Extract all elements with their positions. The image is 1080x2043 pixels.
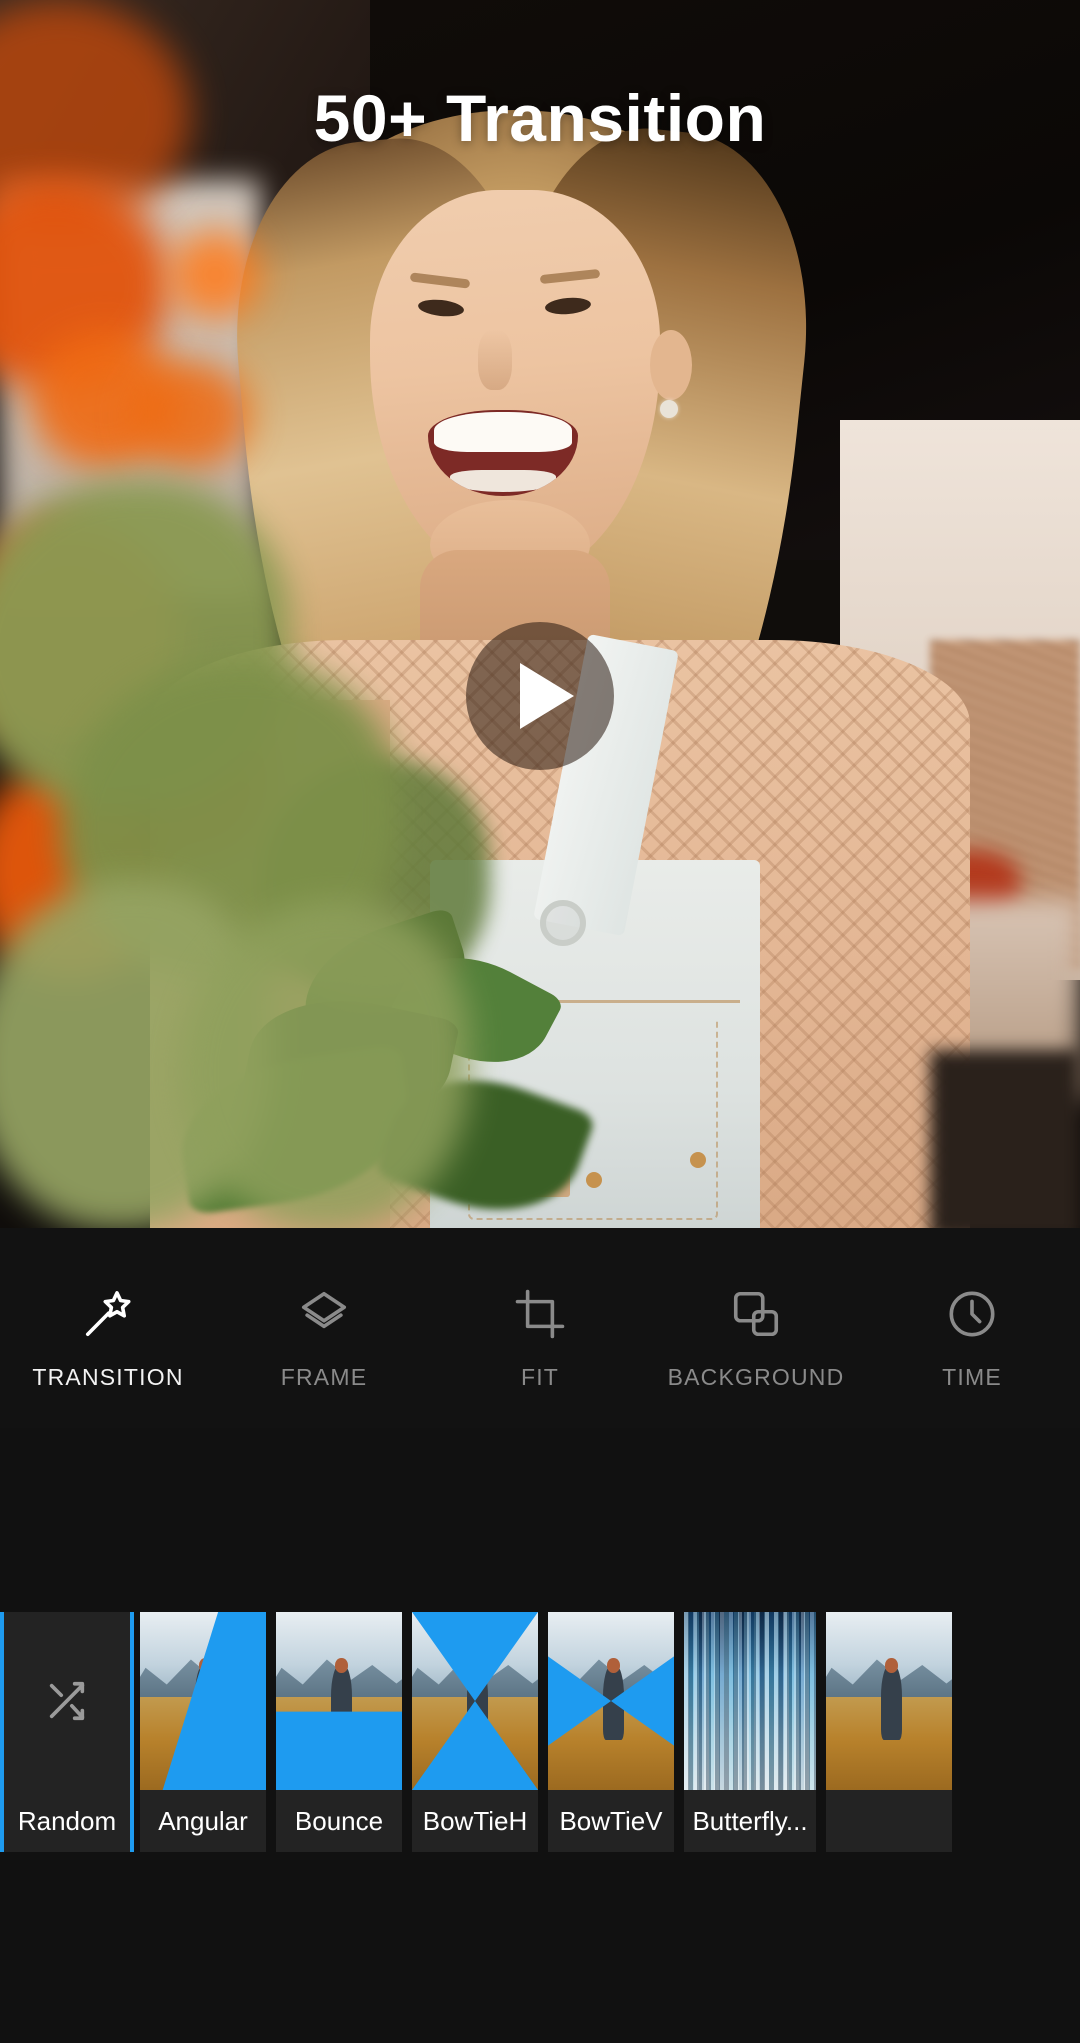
clock-icon [945,1286,999,1342]
transition-label: BowTieH [412,1790,538,1852]
editor-toolbar: TRANSITION FRAME FIT BACKGROUND TIME [0,1228,1080,1428]
play-icon [520,663,574,729]
transition-label: Random [4,1790,130,1852]
transition-preview [140,1612,266,1790]
transition-item-angular[interactable]: Angular [140,1612,266,1852]
play-button[interactable] [466,622,614,770]
page-title: 50+ Transition [313,81,767,155]
transition-item-butterfly[interactable]: Butterfly... [684,1612,816,1852]
transition-label: Butterfly... [684,1790,816,1852]
transition-label: Bounce [276,1790,402,1852]
tool-fit[interactable]: FIT [432,1228,648,1391]
tool-label: FRAME [280,1364,368,1390]
tool-frame[interactable]: FRAME [216,1228,432,1391]
shuffle-icon [49,1681,85,1721]
tool-label: FIT [520,1364,560,1390]
transition-preview [826,1612,952,1790]
transition-list[interactable]: Random Angular Bounce BowTieH BowTieV Bu… [0,1612,1080,1852]
transition-preview [4,1612,130,1790]
transition-preview [276,1612,402,1790]
tool-background[interactable]: BACKGROUND [648,1228,864,1391]
video-preview[interactable]: 50+ Transition [0,0,1080,1228]
transition-preview [684,1612,816,1790]
transition-preview [548,1612,674,1790]
tool-label: TRANSITION [32,1364,184,1390]
transition-item-next[interactable] [826,1612,952,1852]
transition-item-bowtieh[interactable]: BowTieH [412,1612,538,1852]
tool-label: BACKGROUND [667,1364,845,1390]
squares-icon [729,1286,783,1342]
layers-icon [297,1286,351,1342]
transition-item-bounce[interactable]: Bounce [276,1612,402,1852]
tool-label: TIME [942,1364,1002,1390]
tool-transition[interactable]: TRANSITION [0,1228,216,1391]
crop-icon [513,1286,567,1342]
transition-preview [412,1612,538,1790]
magic-wand-icon [81,1286,135,1342]
app-screen: 50+ Transition TRANSITION FRAME FIT BACK… [0,0,1080,2043]
transition-item-bowtiev[interactable]: BowTieV [548,1612,674,1852]
transition-item-random[interactable]: Random [0,1612,134,1852]
tool-time[interactable]: TIME [864,1228,1080,1391]
preview-photo [0,0,1080,1228]
transition-label [826,1790,952,1852]
transition-label: BowTieV [548,1790,674,1852]
transition-label: Angular [140,1790,266,1852]
